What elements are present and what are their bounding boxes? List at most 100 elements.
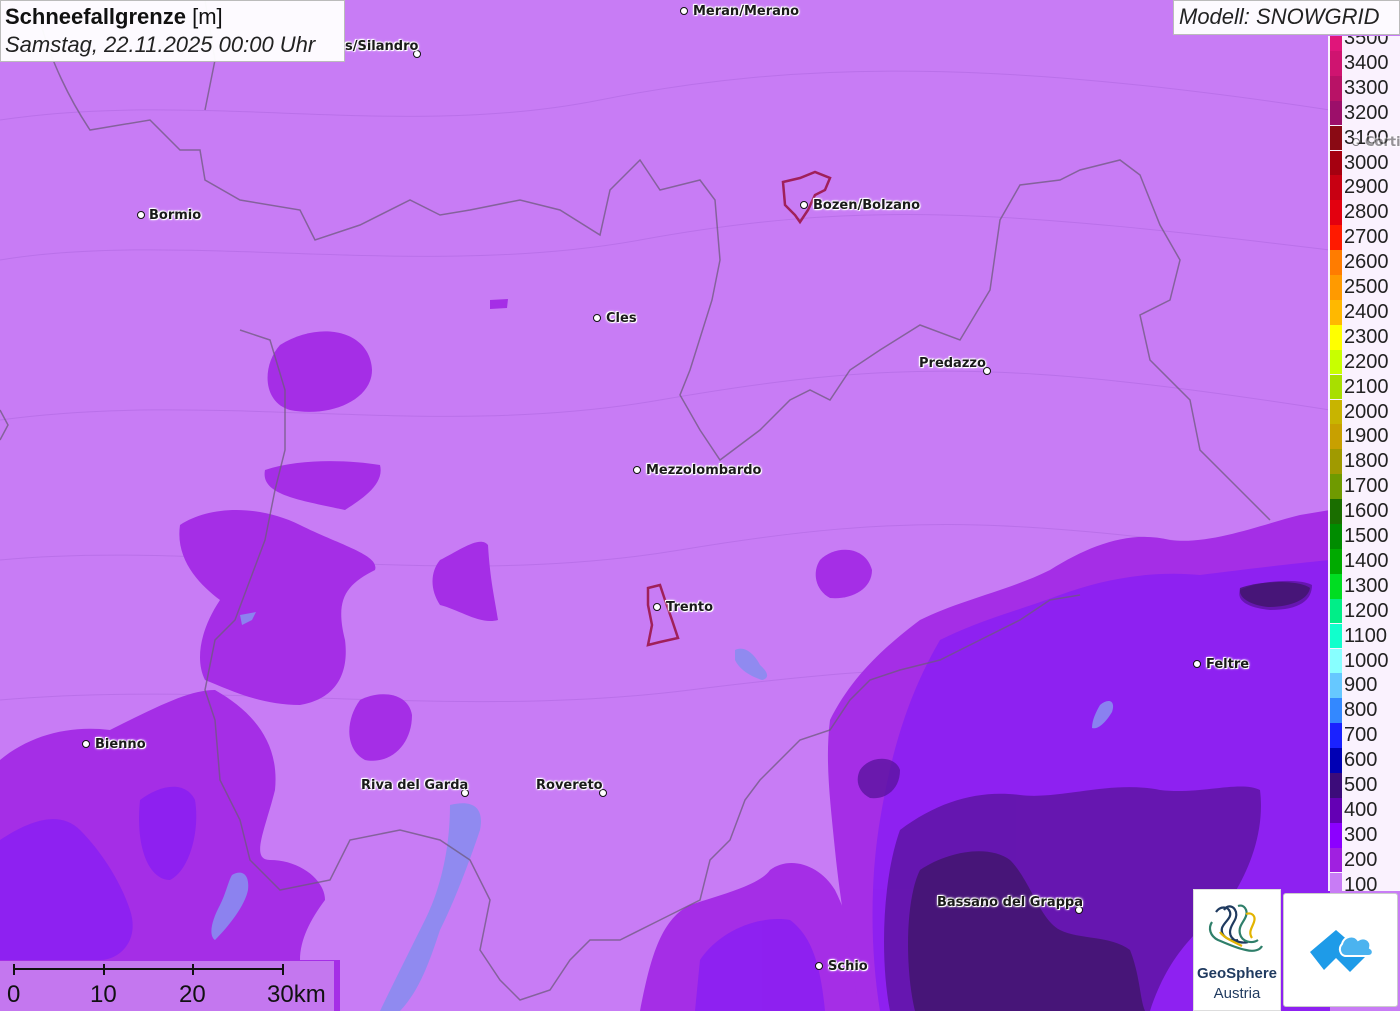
legend-color-swatch: [1330, 250, 1342, 275]
legend-entry: 3500: [1328, 36, 1400, 51]
city-label[interactable]: Feltre: [1206, 657, 1249, 672]
legend-color-swatch: [1330, 773, 1342, 798]
legend-color-swatch: [1330, 698, 1342, 724]
legend-color-swatch: [1330, 822, 1342, 848]
model-label: Modell: SNOWGRID: [1173, 0, 1400, 35]
legend-entry: 1000: [1328, 648, 1400, 674]
legend-color-swatch: [1330, 200, 1342, 226]
legend-entry: 1100: [1328, 623, 1400, 649]
legend-value-label: 1500: [1344, 525, 1389, 547]
city-label[interactable]: Meran/Merano: [693, 4, 799, 19]
scale-tick-10: 10: [90, 981, 117, 1008]
scale-tick-0: 0: [7, 981, 21, 1008]
legend-entry: 900: [1328, 673, 1400, 699]
legend-color-swatch: [1330, 36, 1342, 51]
legend-entry: 1700: [1328, 474, 1400, 499]
legend-value-label: 1400: [1344, 549, 1389, 572]
map-title: Schneefallgrenze [m]: [5, 3, 344, 31]
legend-entry: 400: [1328, 797, 1400, 823]
legend-value-label: 2500: [1344, 276, 1389, 298]
title-text: Schneefallgrenze: [5, 4, 186, 29]
city-label[interactable]: Corti: [1365, 135, 1400, 150]
city-label[interactable]: Bozen/Bolzano: [813, 198, 920, 213]
city-label[interactable]: Bormio: [149, 208, 201, 223]
city-marker-dot[interactable]: [653, 603, 661, 611]
legend-value-label: 900: [1344, 674, 1378, 697]
title-unit: [m]: [192, 4, 223, 29]
legend-entry: 800: [1328, 698, 1400, 724]
legend-value-label: 600: [1344, 749, 1378, 772]
geosphere-logo[interactable]: GeoSphere Austria: [1193, 889, 1281, 1011]
city-marker-dot[interactable]: [82, 740, 90, 748]
city-marker-dot[interactable]: [1352, 138, 1360, 146]
legend-value-label: 1700: [1344, 475, 1389, 498]
city-marker-dot[interactable]: [815, 962, 823, 970]
legend-value-label: 800: [1344, 699, 1378, 722]
legend-color-swatch: [1330, 748, 1342, 773]
legend-color-swatch: [1330, 100, 1342, 126]
legend-color-swatch: [1330, 275, 1342, 300]
map-timestamp: Samstag, 22.11.2025 00:00 Uhr: [5, 32, 316, 57]
scale-tick-30: 30km: [267, 981, 326, 1008]
legend-entry: 2000: [1328, 399, 1400, 425]
city-label[interactable]: s/Silandro: [345, 39, 418, 54]
legend-color-swatch: [1330, 75, 1342, 101]
legend-value-label: 2900: [1344, 176, 1389, 199]
legend-entry: 600: [1328, 748, 1400, 773]
legend-entry: 3300: [1328, 75, 1400, 101]
legend-entry: 2900: [1328, 175, 1400, 201]
city-label[interactable]: Bienno: [95, 737, 146, 752]
legend-color-swatch: [1330, 399, 1342, 425]
map-title-panel: Schneefallgrenze [m] Samstag, 22.11.2025…: [0, 0, 345, 62]
legend-value-label: 1200: [1344, 599, 1389, 622]
legend-entry: 3200: [1328, 100, 1400, 126]
legend-color-swatch: [1330, 299, 1342, 325]
legend-entry: 1400: [1328, 548, 1400, 574]
city-label[interactable]: Predazzo: [919, 356, 986, 371]
city-marker-dot[interactable]: [680, 7, 688, 15]
legend-value-label: 1100: [1344, 624, 1388, 647]
map-canvas[interactable]: [0, 0, 1400, 1011]
city-marker-dot[interactable]: [593, 314, 601, 322]
legend-color-swatch: [1330, 175, 1342, 201]
city-marker-dot[interactable]: [633, 466, 641, 474]
city-label[interactable]: Mezzolombardo: [646, 463, 761, 478]
legend-entry: 1600: [1328, 499, 1400, 524]
legend-color-swatch: [1330, 623, 1342, 649]
legend-color-swatch: [1330, 424, 1342, 450]
legend-color-swatch: [1330, 598, 1342, 624]
city-marker-dot[interactable]: [800, 201, 808, 209]
city-label[interactable]: Bassano del Grappa: [937, 895, 1083, 910]
legend-entry: 1900: [1328, 424, 1400, 450]
legend-value-label: 1900: [1344, 425, 1389, 448]
legend-entry: 2400: [1328, 299, 1400, 325]
weather-app-icon[interactable]: [1283, 893, 1398, 1007]
scale-bar: 0 10 20 30km: [0, 961, 334, 1011]
city-label[interactable]: Trento: [666, 600, 713, 615]
legend-entry: 700: [1328, 723, 1400, 748]
scale-tick-20: 20: [179, 981, 206, 1008]
city-marker-dot[interactable]: [1193, 660, 1201, 668]
legend-entry: 200: [1328, 847, 1400, 873]
city-label[interactable]: Schio: [828, 959, 868, 974]
legend-color-swatch: [1330, 324, 1342, 350]
legend-color-swatch: [1330, 374, 1342, 400]
city-label[interactable]: Riva del Garda: [361, 778, 468, 793]
legend-entry: 3400: [1328, 50, 1400, 76]
legend-entry: 2800: [1328, 200, 1400, 226]
geosphere-subtitle: Austria: [1213, 985, 1261, 1002]
legend-color-swatch: [1330, 474, 1342, 499]
legend-entry: 2200: [1328, 349, 1400, 375]
legend-entry: 2300: [1328, 324, 1400, 350]
legend-color-swatch: [1330, 449, 1342, 475]
legend-value-label: 3000: [1344, 151, 1389, 174]
legend-value-label: 200: [1344, 848, 1378, 871]
city-marker-dot[interactable]: [137, 211, 145, 219]
city-label[interactable]: Rovereto: [536, 778, 603, 793]
mountain-cloud-icon: [1310, 930, 1374, 972]
legend-color-swatch: [1330, 150, 1342, 176]
legend-entry: 1300: [1328, 573, 1400, 599]
city-label[interactable]: Cles: [606, 311, 637, 326]
legend-value-label: 3300: [1344, 76, 1389, 99]
legend-entry: 1800: [1328, 449, 1400, 475]
